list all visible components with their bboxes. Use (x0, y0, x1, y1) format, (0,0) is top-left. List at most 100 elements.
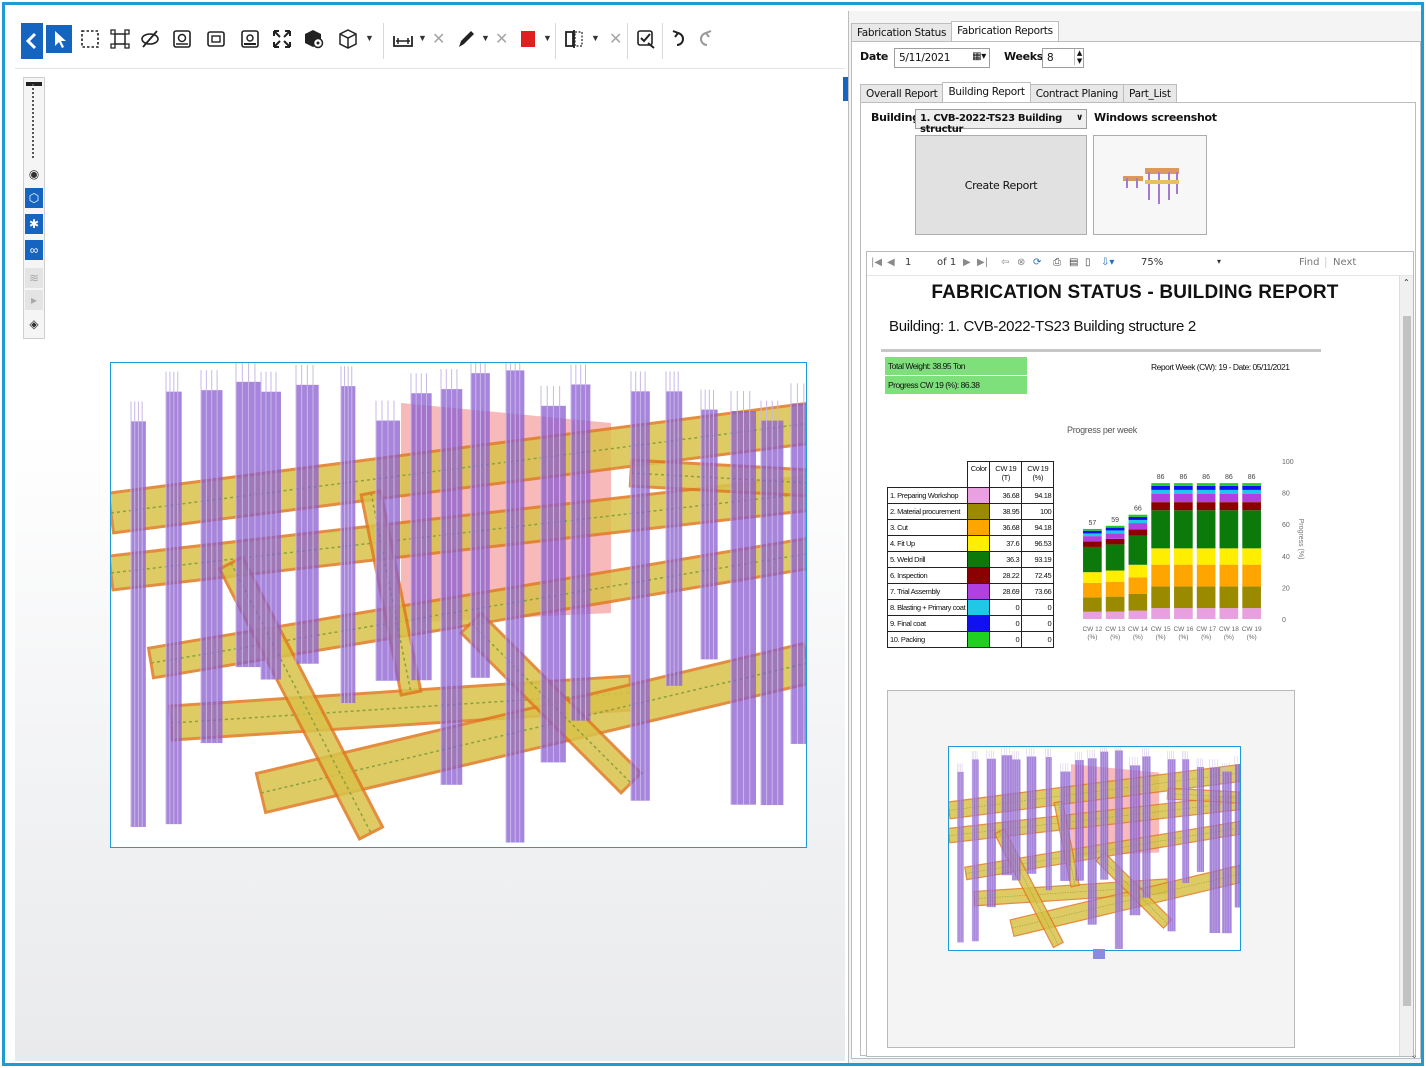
bar-segment (1083, 546, 1102, 573)
zoom-dropdown-icon[interactable]: ▾ (1217, 257, 1221, 266)
stage-tons: 28.69 (989, 583, 1023, 600)
last-page-icon[interactable]: ▶| (977, 257, 988, 268)
fullscreen-icon[interactable] (269, 25, 295, 53)
fit-selection-icon[interactable] (107, 25, 133, 53)
create-report-button[interactable]: Create Report (915, 135, 1087, 235)
box-select-icon[interactable] (77, 25, 103, 53)
table-row: 6. Inspection 28.22 72.45 (886, 567, 1055, 584)
chevron-down-icon[interactable]: ▼ (543, 33, 552, 43)
table-row: 2. Material procurement 38.95 100 (886, 503, 1055, 520)
back-icon[interactable] (21, 23, 43, 59)
select-arrow-icon[interactable] (46, 25, 72, 53)
stage-color-swatch (967, 535, 991, 552)
app-window: ▼ ▼ ✕ ▼ ✕ ▼ ▼ ✕ ◉ ⬡ ✱ ∞ ≋ ▸ ◈ Fabricatio… (2, 2, 1424, 1066)
toolbar-divider (555, 23, 556, 59)
cube-icon[interactable]: ⬡ (25, 188, 43, 208)
print-layout-icon[interactable]: ▤ (1069, 257, 1078, 268)
gear-icon[interactable]: ✱ (25, 214, 43, 234)
close-icon[interactable]: ✕ (432, 29, 445, 49)
refresh-icon[interactable]: ⟳ (1033, 257, 1041, 268)
stage-tons: 37.6 (989, 535, 1023, 552)
stage-color-swatch (967, 599, 991, 616)
stage-color-swatch (967, 631, 991, 648)
link-icon[interactable]: ∞ (25, 240, 43, 260)
stage-percent: 0 (1021, 599, 1055, 616)
next-link[interactable]: Next (1333, 257, 1356, 268)
eye-icon[interactable]: ◉ (25, 164, 43, 184)
check-icon[interactable] (633, 25, 659, 53)
wave-icon[interactable]: ≋ (25, 268, 43, 288)
bar-segment (1151, 586, 1170, 609)
section-box-icon[interactable] (169, 25, 195, 53)
measure-icon[interactable] (390, 25, 416, 53)
zoom-value[interactable]: 75% (1141, 257, 1163, 268)
section-plane-icon[interactable] (203, 25, 229, 53)
model-viewer[interactable]: ▼ ▼ ✕ ▼ ✕ ▼ ▼ ✕ ◉ ⬡ ✱ ∞ ≋ ▸ ◈ (15, 11, 849, 1061)
total-weight-badge: Total Weight: 38.95 Ton (885, 357, 1027, 375)
spin-arrows-icon[interactable]: ▲ ▼ (1073, 49, 1082, 65)
play-icon[interactable]: ▸ (25, 290, 43, 310)
markup-pen-icon[interactable] (453, 25, 479, 53)
page-count: of 1 (937, 257, 957, 268)
print-icon[interactable]: ⎙ (1053, 257, 1061, 268)
x-tick-label: (%) (1133, 634, 1143, 641)
tab-building-report[interactable]: Building Report (942, 82, 1031, 103)
color-swatch-icon[interactable] (515, 25, 541, 53)
close-icon[interactable]: ✕ (609, 29, 622, 49)
date-picker[interactable]: 5/11/2021 ▦▾ (894, 48, 990, 68)
bar-segment (1196, 485, 1216, 490)
compare-icon[interactable] (561, 25, 587, 53)
chevron-down-icon[interactable]: ▼ (365, 33, 374, 43)
report-scrollbar[interactable]: ⌃ (1399, 276, 1413, 1056)
chevron-down-icon[interactable]: ▼ (591, 33, 600, 43)
chevron-down-icon[interactable]: ∨ (1076, 113, 1083, 123)
calendar-icon[interactable]: ▦▾ (972, 51, 986, 62)
scroll-up-icon[interactable]: ⌃ (1403, 278, 1410, 287)
close-icon[interactable]: ✕ (495, 29, 508, 49)
bar-segment (1242, 564, 1261, 587)
stage-name: 1. Preparing Workshop (886, 487, 969, 504)
bar-total-label: 66 (1134, 506, 1142, 513)
chevron-down-icon[interactable]: ▼ (481, 33, 490, 43)
stage-name: 3. Cut (886, 519, 969, 536)
object-settings-icon[interactable] (301, 25, 327, 53)
bar-segment (1083, 572, 1102, 583)
x-tick-label: (%) (1224, 634, 1234, 641)
chevron-down-icon[interactable]: ▼ (418, 33, 427, 43)
page-setup-icon[interactable]: ▯ (1085, 257, 1091, 268)
bar-segment (1128, 564, 1148, 578)
undo-icon[interactable] (667, 25, 693, 53)
bar-segment (1128, 523, 1148, 530)
screenshot-label: Windows screenshot (1094, 111, 1217, 124)
clip-icon[interactable] (237, 25, 263, 53)
export-icon[interactable]: ⇩▾ (1101, 257, 1114, 268)
weeks-label: Weeks (1004, 50, 1044, 63)
first-page-icon[interactable]: |◀ (871, 257, 882, 268)
scrollbar-thumb[interactable] (1403, 316, 1411, 1006)
bar-segment (1151, 489, 1170, 494)
tab-fabrication-reports[interactable]: Fabrication Reports (951, 21, 1059, 42)
bar-segment (1219, 483, 1239, 486)
stop-icon[interactable]: ⊗ (1017, 257, 1025, 268)
scroll-down-icon[interactable]: ⌄ (1410, 1051, 1418, 1061)
x-tick-label: CW 17 (1196, 626, 1216, 633)
find-link[interactable]: Find (1299, 257, 1320, 268)
building-select[interactable]: 1. CVB-2022-TS23 Building structur ∨ (915, 109, 1087, 135)
bar-segment (1196, 586, 1216, 609)
redo-icon[interactable] (691, 25, 717, 53)
back-icon[interactable]: ⇦ (1001, 257, 1009, 268)
bar-segment (1219, 564, 1239, 587)
next-page-icon[interactable]: ▶ (963, 257, 971, 268)
bar-segment (1242, 608, 1261, 619)
layers-icon[interactable]: ◈ (25, 314, 43, 334)
viewer-toolbar: ▼ ▼ ✕ ▼ ✕ ▼ ▼ ✕ (15, 11, 845, 69)
page-number[interactable]: 1 (905, 257, 911, 268)
3d-box-icon[interactable] (335, 25, 361, 53)
screenshot-button[interactable] (1093, 135, 1207, 235)
bar-segment (1105, 581, 1125, 597)
level-slider[interactable] (32, 84, 35, 158)
model-render[interactable] (110, 362, 807, 848)
prev-page-icon[interactable]: ◀ (887, 257, 895, 268)
weeks-stepper[interactable]: 8 ▲ ▼ (1042, 48, 1084, 68)
hide-icon[interactable] (137, 25, 163, 53)
